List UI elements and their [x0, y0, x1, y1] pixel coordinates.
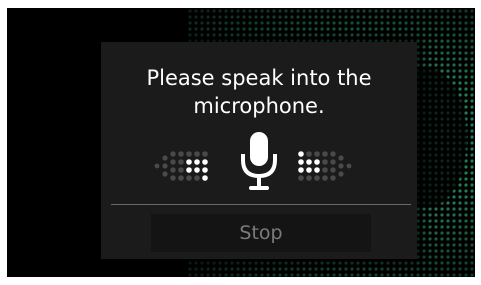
prompt-text: Please speak into the microphone.: [101, 64, 417, 120]
microphone-icon: [241, 132, 277, 190]
prompt-line-2: microphone.: [193, 94, 325, 118]
voice-prompt-dialog: Please speak into the microphone. Stop: [101, 42, 417, 259]
audio-level-right-icon: [298, 151, 352, 181]
stop-button[interactable]: Stop: [151, 214, 371, 252]
audio-level-left-icon: [154, 151, 208, 181]
voice-recognition-screen: Please speak into the microphone. Stop: [7, 8, 475, 277]
divider: [111, 204, 411, 205]
prompt-line-1: Please speak into the: [146, 66, 372, 90]
